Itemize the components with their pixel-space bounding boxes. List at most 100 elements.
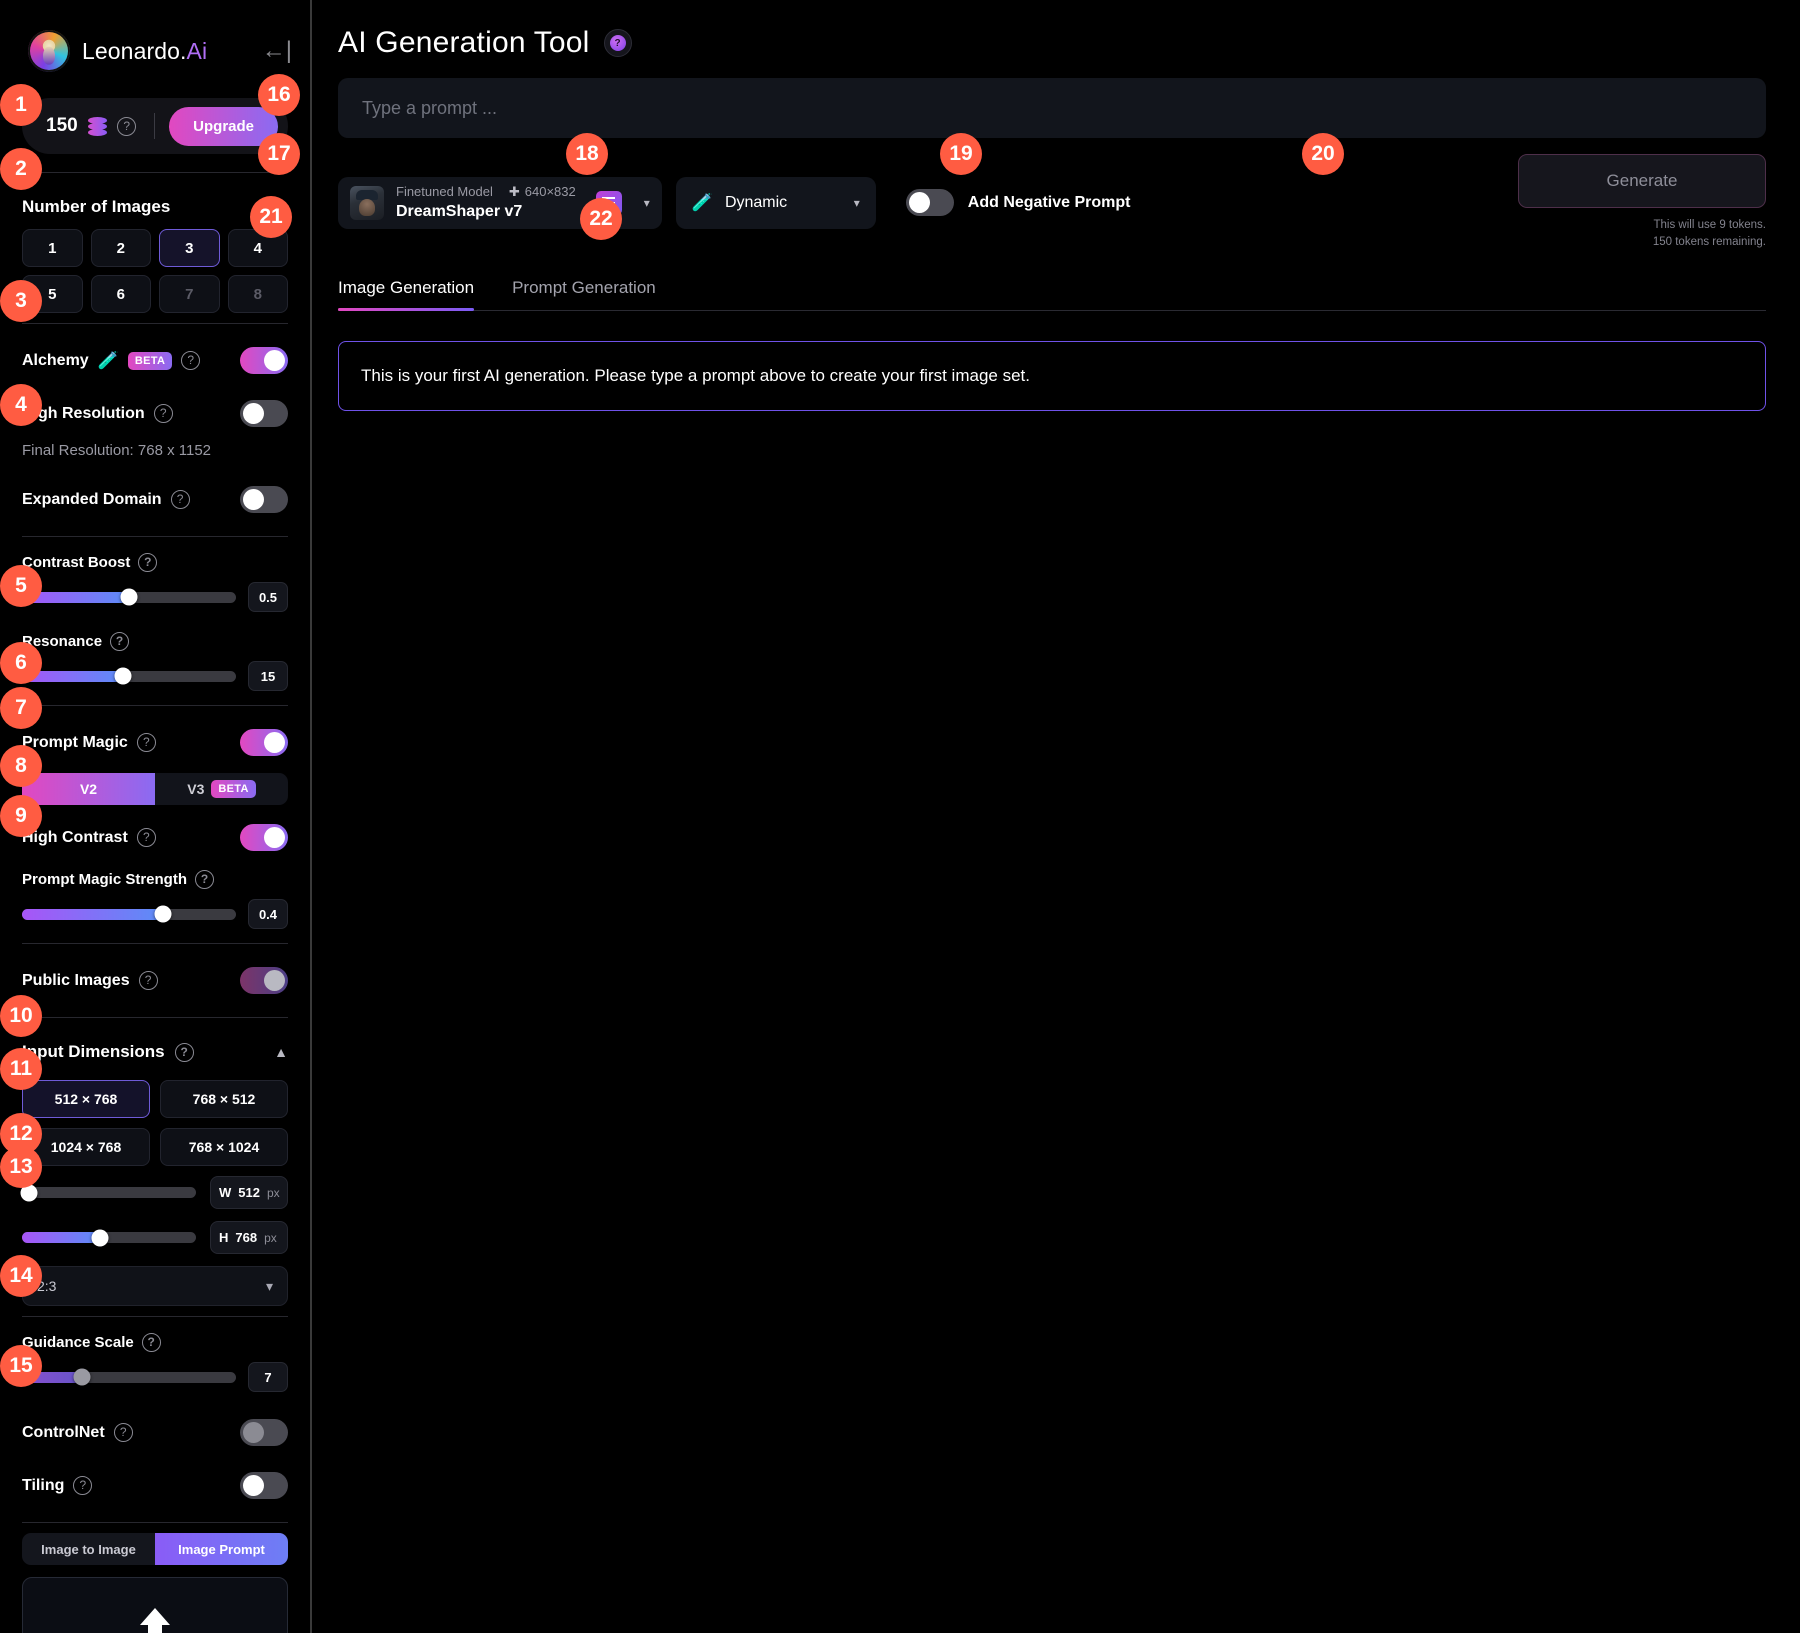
- aspect-ratio-select[interactable]: 2:3 ▾: [22, 1266, 288, 1306]
- row-alchemy: Alchemy 🧪 BETA ?: [22, 334, 288, 387]
- num-images-option-7[interactable]: 7: [159, 275, 220, 313]
- collapse-left-arrow-icon[interactable]: ←|: [262, 39, 292, 63]
- section-number-of-images[interactable]: Number of Images ▲: [22, 183, 288, 229]
- callout-marker-11: 11: [0, 1048, 42, 1090]
- high-resolution-help-icon[interactable]: ?: [153, 404, 173, 423]
- page-help-icon[interactable]: ?: [603, 29, 632, 57]
- guidance-scale-slider[interactable]: [22, 1368, 236, 1386]
- section-input-dimensions[interactable]: Input Dimensions ? ▲: [22, 1028, 288, 1074]
- callout-marker-20: 20: [1302, 133, 1344, 175]
- callout-marker-9: 9: [0, 795, 42, 837]
- prompt-magic-v2-option[interactable]: V2: [22, 773, 155, 805]
- num-images-option-8[interactable]: 8: [227, 275, 288, 313]
- callout-marker-4: 4: [0, 384, 42, 426]
- width-value: 512: [238, 1185, 260, 1200]
- flask-icon: 🧪: [97, 350, 119, 370]
- prompt-magic-label: Prompt Magic: [22, 733, 128, 751]
- chevron-up-icon[interactable]: ▲: [274, 1044, 288, 1060]
- image-prompt-option[interactable]: Image Prompt: [155, 1533, 288, 1565]
- height-slider[interactable]: [22, 1229, 196, 1246]
- resonance-help-icon[interactable]: ?: [110, 632, 130, 651]
- prompt-magic-version-segmented: V2 V3 BETA: [22, 773, 288, 805]
- expanded-domain-toggle[interactable]: [240, 486, 288, 513]
- controlnet-toggle[interactable]: [240, 1419, 288, 1446]
- resonance-slider[interactable]: [22, 667, 236, 685]
- tiling-label: Tiling: [22, 1476, 65, 1494]
- contrast-boost-value[interactable]: 0.5: [248, 582, 288, 612]
- row-high-contrast: High Contrast ?: [22, 811, 288, 864]
- tiling-help-icon[interactable]: ?: [73, 1476, 93, 1495]
- width-key: W: [219, 1185, 232, 1200]
- prompt-magic-strength-slider[interactable]: [22, 905, 236, 923]
- resonance-value[interactable]: 15: [248, 661, 288, 691]
- contrast-boost-slider-row: 0.5: [22, 582, 288, 612]
- expanded-domain-help-icon[interactable]: ?: [170, 490, 190, 509]
- contrast-boost-slider[interactable]: [22, 588, 236, 606]
- input-dimensions-help-icon[interactable]: ?: [174, 1042, 194, 1062]
- public-images-toggle[interactable]: [240, 967, 288, 994]
- guidance-scale-label: Guidance Scale: [22, 1334, 134, 1351]
- num-images-option-6[interactable]: 6: [90, 275, 151, 313]
- dimension-preset-768x512[interactable]: 768 × 512: [160, 1080, 288, 1118]
- alchemy-beta-badge: BETA: [127, 351, 173, 370]
- preset-selector[interactable]: 🧪 Dynamic ▾: [675, 176, 876, 229]
- chevron-down-icon[interactable]: ▾: [854, 196, 860, 210]
- public-images-help-icon[interactable]: ?: [138, 971, 158, 990]
- tokens-help-icon[interactable]: ?: [117, 116, 137, 136]
- generate-button[interactable]: Generate: [1518, 154, 1766, 208]
- public-images-label: Public Images: [22, 971, 130, 989]
- dimension-preset-768x1024[interactable]: 768 × 1024: [160, 1128, 288, 1166]
- chevron-down-icon[interactable]: ▾: [644, 196, 650, 210]
- callout-marker-5: 5: [0, 565, 42, 607]
- negative-prompt-control: Add Negative Prompt: [905, 189, 1130, 217]
- divider: [154, 113, 156, 139]
- help-glyph: ?: [609, 35, 626, 51]
- alchemy-help-icon[interactable]: ?: [181, 351, 201, 370]
- upgrade-button[interactable]: Upgrade: [169, 106, 278, 146]
- number-of-images-grid: 1 2 3 4 5 6 7 8: [22, 229, 288, 313]
- tab-image-generation[interactable]: Image Generation: [338, 278, 475, 311]
- generate-note-line1: This will use 9 tokens.: [1653, 219, 1767, 231]
- image-to-image-option[interactable]: Image to Image: [22, 1533, 155, 1565]
- page-title: AI Generation Tool: [338, 26, 590, 59]
- callout-marker-6: 6: [0, 642, 42, 684]
- high-resolution-toggle[interactable]: [240, 400, 288, 427]
- model-dimensions-badge: ✚ 640×832: [509, 184, 576, 200]
- controlnet-help-icon[interactable]: ?: [113, 1423, 133, 1442]
- width-unit: px: [266, 1185, 280, 1200]
- first-generation-notice: This is your first AI generation. Please…: [338, 340, 1766, 411]
- prompt-magic-strength-value[interactable]: 0.4: [248, 899, 288, 929]
- contrast-boost-label-row: Contrast Boost ?: [22, 547, 288, 582]
- num-images-option-3[interactable]: 3: [159, 229, 220, 267]
- high-contrast-help-icon[interactable]: ?: [136, 828, 156, 847]
- width-slider[interactable]: [20, 1184, 196, 1201]
- high-contrast-toggle[interactable]: [240, 824, 288, 851]
- page-title-row: AI Generation Tool ?: [338, 26, 1766, 60]
- num-images-option-2[interactable]: 2: [90, 229, 151, 267]
- prompt-magic-v3-option[interactable]: V3 BETA: [155, 773, 288, 805]
- generate-note: This will use 9 tokens. 150 tokens remai…: [1518, 217, 1766, 252]
- image-dropzone[interactable]: Upload or drag and drop an image to use …: [22, 1577, 288, 1633]
- row-prompt-magic: Prompt Magic ?: [22, 716, 288, 769]
- tiling-toggle[interactable]: [240, 1472, 288, 1499]
- image-mode-segmented: Image to Image Image Prompt: [22, 1533, 288, 1565]
- prompt-magic-v3-label: V3: [187, 781, 205, 797]
- alchemy-toggle[interactable]: [240, 347, 288, 374]
- guidance-scale-value[interactable]: 7: [248, 1362, 288, 1392]
- negative-prompt-toggle[interactable]: [905, 189, 954, 217]
- prompt-input[interactable]: Type a prompt ...: [338, 78, 1766, 138]
- width-input[interactable]: W 512 px: [210, 1176, 288, 1209]
- dimension-preset-512x768[interactable]: 512 × 768: [22, 1080, 150, 1118]
- height-input[interactable]: H 768 px: [210, 1221, 288, 1254]
- prompt-magic-toggle[interactable]: [240, 729, 288, 756]
- num-images-option-1[interactable]: 1: [22, 229, 83, 267]
- width-control-row: W 512 px: [20, 1176, 288, 1209]
- guidance-scale-help-icon[interactable]: ?: [141, 1333, 161, 1352]
- controls-row: Finetuned Model ✚ 640×832 DreamShaper v7…: [338, 154, 1766, 252]
- prompt-magic-strength-help-icon[interactable]: ?: [195, 870, 215, 889]
- prompt-magic-help-icon[interactable]: ?: [136, 733, 156, 752]
- contrast-boost-help-icon[interactable]: ?: [138, 553, 158, 572]
- row-public-images: Public Images ?: [22, 954, 288, 1007]
- tab-prompt-generation[interactable]: Prompt Generation: [512, 278, 656, 310]
- row-high-resolution: High Resolution ?: [22, 387, 288, 440]
